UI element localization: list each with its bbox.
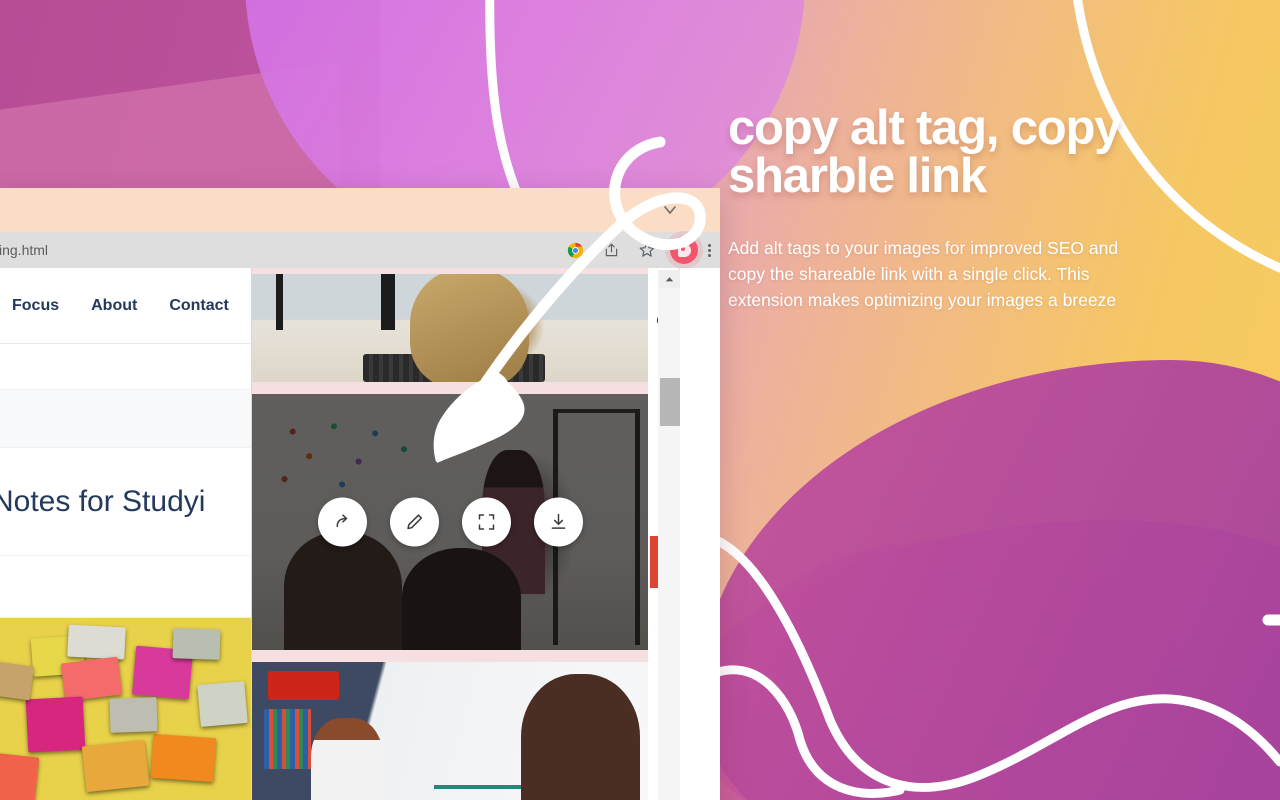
photo-detail [263,709,312,769]
promo-screenshot: copy alt tag, copy sharble link Add alt … [0,0,1280,800]
copy-shareable-link-button[interactable] [317,497,367,547]
nav-item-about[interactable]: About [91,297,137,315]
promo-headline-line1: copy alt tag, copy [728,101,1121,155]
photo-detail [311,718,383,800]
webpage-content: Focus About Contact Notes for Studyi [0,268,252,800]
browser-omnibox[interactable]: ying.html [0,232,720,268]
hover-action-bar [252,497,648,547]
url-input[interactable]: ying.html [0,242,562,258]
site-nav: Focus About Contact [0,268,251,344]
nav-item-focus[interactable]: Focus [12,297,59,315]
thumbnail-1[interactable] [252,268,648,388]
content-row [0,390,251,448]
photo-detail [521,673,641,800]
expand-image-button[interactable] [461,497,511,547]
promo-headline-line2: sharble link [728,149,987,204]
photo-fill [0,618,251,800]
browser-window: ying.html [0,188,720,800]
thumbnail-3[interactable] [252,656,648,800]
promo-headline: copy alt tag, copy sharble link [728,101,1276,204]
bookmark-star-icon[interactable] [634,237,660,263]
chevron-down-icon[interactable] [662,202,678,218]
browser-tabstrip [0,188,720,232]
extension-glyph [677,243,691,257]
panel-right-rail [650,268,706,800]
download-image-button[interactable] [533,497,583,547]
content-row [0,344,251,390]
share-icon[interactable] [598,237,624,263]
promo-body-text: Add alt tags to your images for improved… [728,238,1119,310]
photo-fill [252,662,648,800]
page-title: Notes for Studyi [0,448,251,556]
thumbnail-2[interactable] [252,388,648,656]
browser-viewport: Focus About Contact Notes for Studyi [0,268,720,800]
edit-alt-tag-button[interactable] [389,497,439,547]
extension-panel [252,268,720,800]
scroll-up-arrow-icon[interactable] [658,270,680,288]
more-menu-icon[interactable] [708,243,712,257]
sticky-notes-photo [0,618,251,800]
photo-detail [267,670,340,701]
content-row [0,556,251,618]
scrollbar-thumb[interactable] [660,378,680,426]
promo-copy: copy alt tag, copy sharble link Add alt … [728,104,1276,314]
scrollbar-track[interactable] [658,288,680,800]
omnibox-toolbar-icons [562,236,716,264]
nav-item-contact[interactable]: Contact [169,297,229,315]
image-list [252,268,650,800]
chrome-profile-icon[interactable] [562,237,588,263]
extension-icon[interactable] [670,236,698,264]
